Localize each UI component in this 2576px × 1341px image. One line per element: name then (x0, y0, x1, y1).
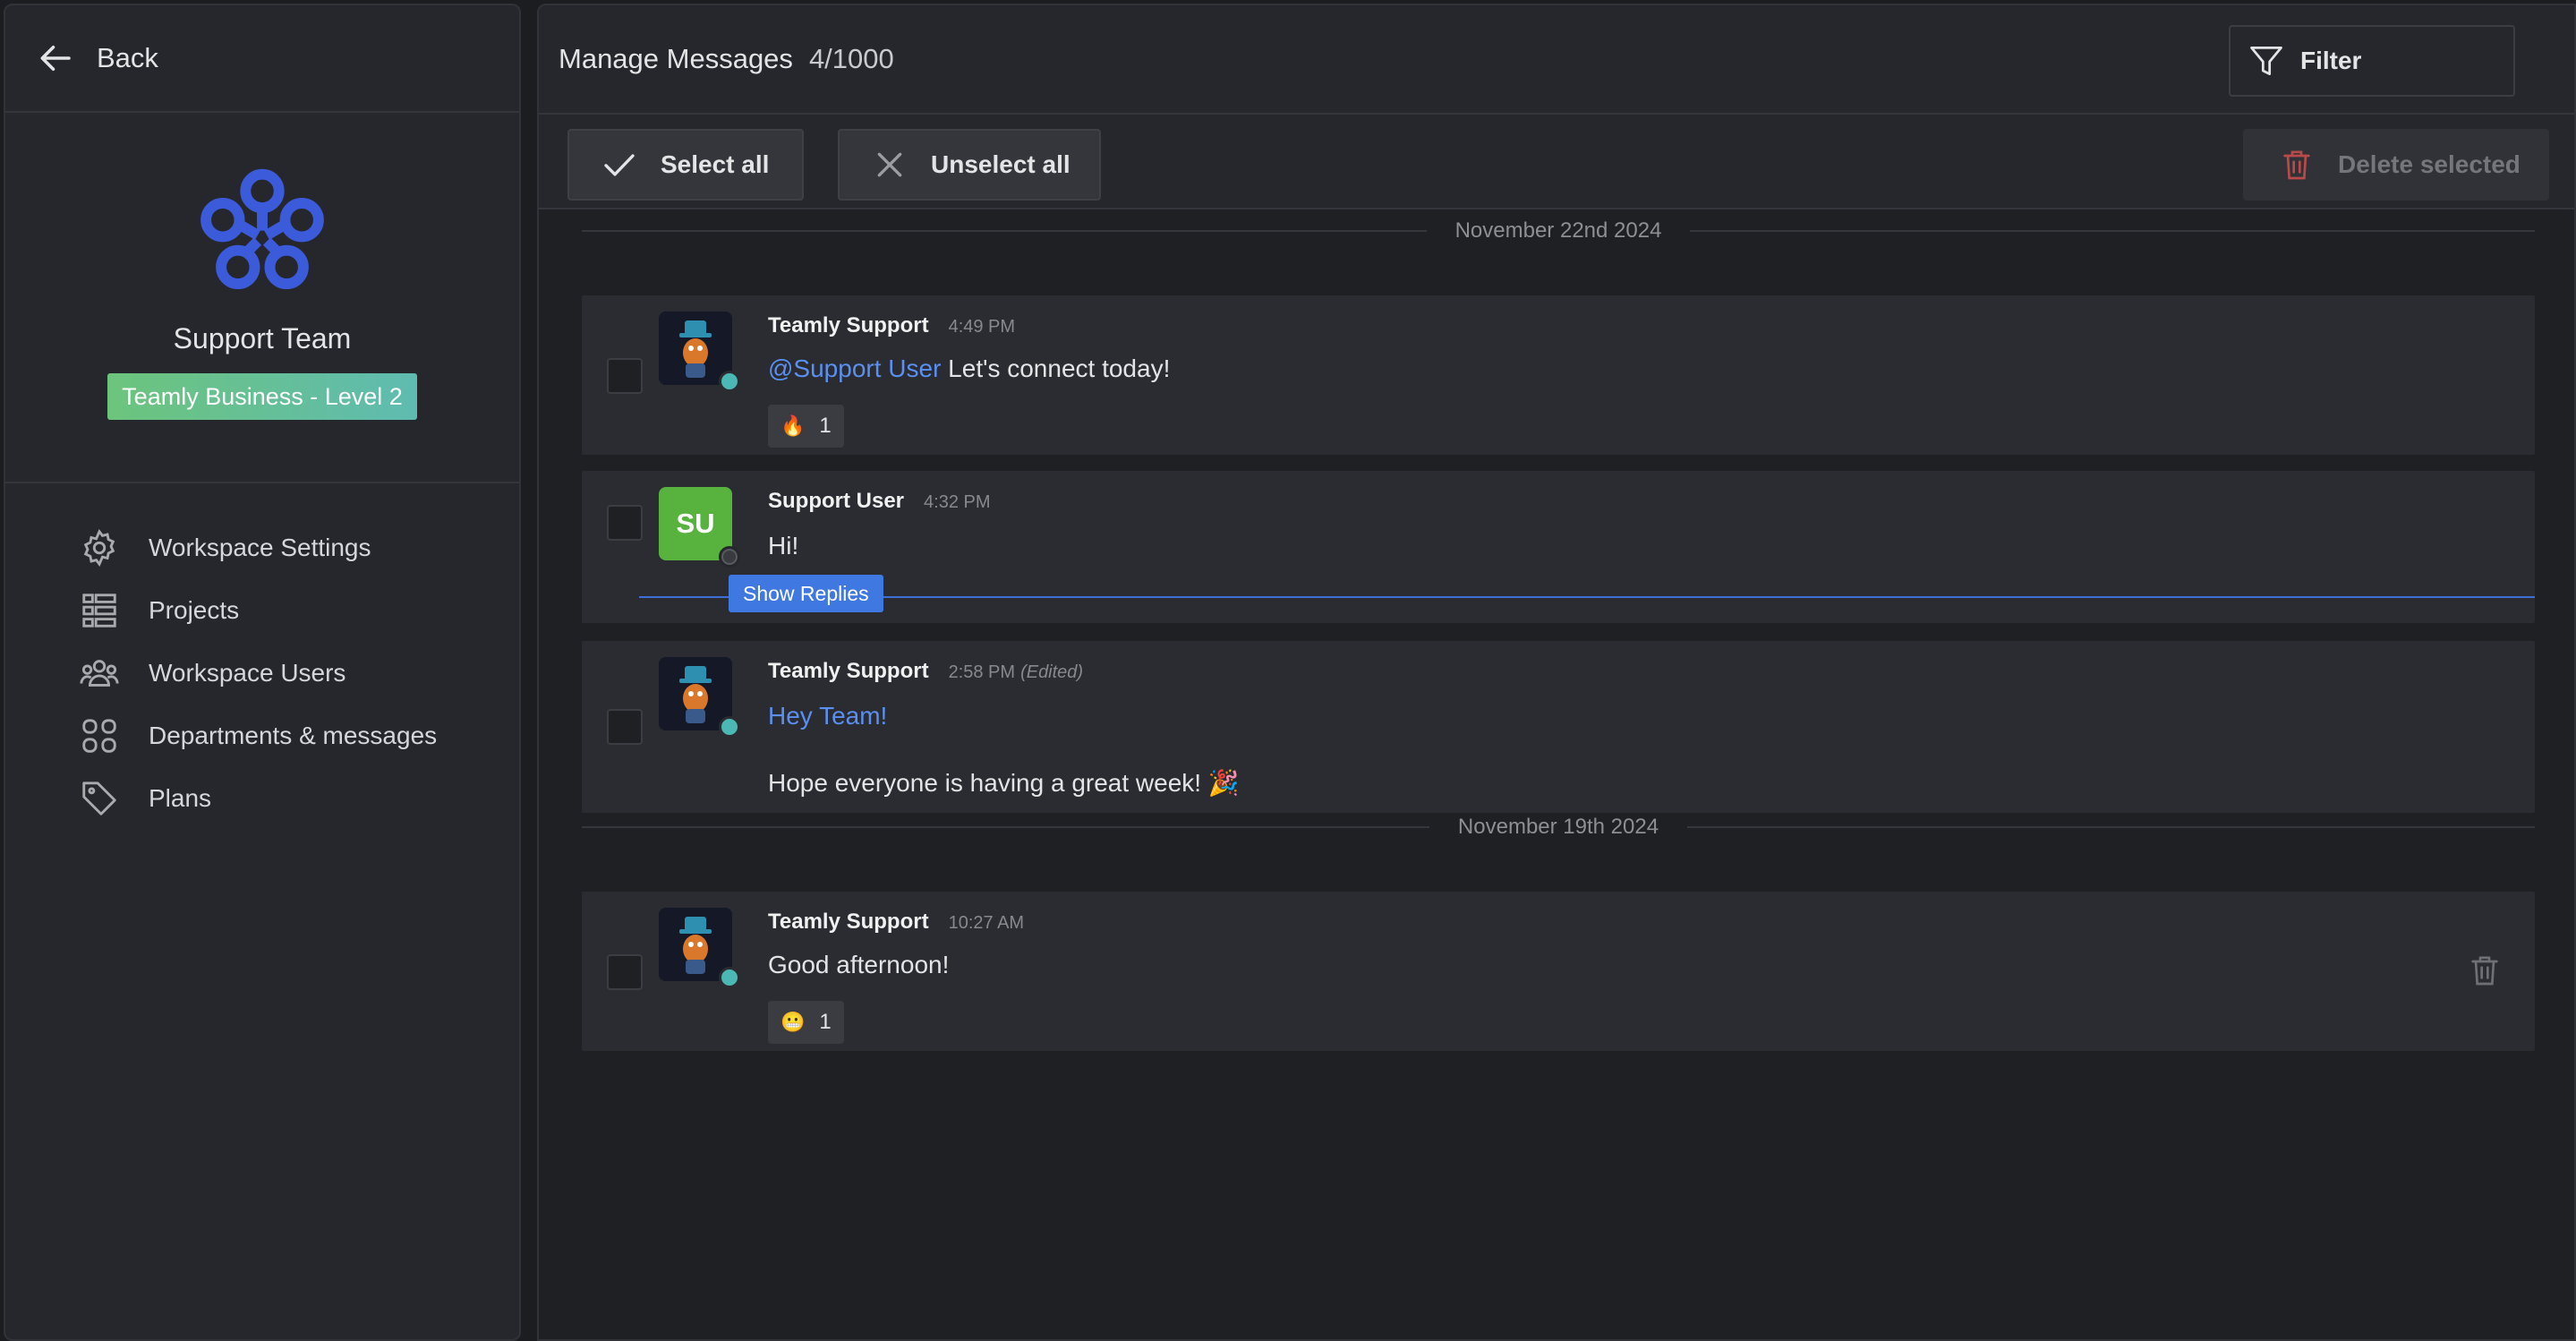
team-logo-icon (200, 168, 324, 290)
team-name: Support Team (173, 322, 352, 354)
fire-emoji-icon: 🔥 (780, 414, 806, 437)
message-item: Teamly Support 2:58 PM (Edited) Hey Team! … (582, 641, 2535, 813)
message-text: Hey Team! (768, 702, 887, 730)
date-label: November 19th 2024 (1457, 815, 1659, 839)
online-status-icon (719, 967, 740, 988)
sidebar-item-label: Workspace Settings (149, 534, 371, 561)
message-count: 4/1000 (808, 43, 894, 74)
filter-label: Filter (2300, 47, 2362, 74)
unselect-all-button[interactable]: Unselect all (838, 129, 1101, 201)
select-all-button[interactable]: Select all (567, 129, 804, 201)
check-icon (604, 154, 635, 176)
show-replies-button[interactable]: Show Replies (729, 575, 883, 612)
close-icon (877, 152, 902, 177)
message-time: 4:49 PM (948, 317, 1016, 337)
users-icon (80, 660, 119, 687)
sidebar-item-workspace-users[interactable]: Workspace Users (5, 643, 519, 704)
author-name: Teamly Support (768, 910, 929, 934)
divider (582, 826, 1429, 828)
message-checkbox[interactable] (607, 505, 643, 541)
user-mention[interactable]: @Support User (768, 354, 941, 382)
divider (1690, 230, 2536, 232)
message-item: Teamly Support 10:27 AM Good afternoon! 😬… (582, 892, 2535, 1051)
sidebar-item-projects[interactable]: Projects (5, 580, 519, 641)
message-author: Teamly Support 4:49 PM (768, 313, 1015, 338)
message-checkbox[interactable] (607, 954, 643, 990)
message-link[interactable]: Hey Team! (768, 702, 887, 730)
sidebar-item-label: Departments & messages (149, 722, 438, 749)
message-checkbox[interactable] (607, 709, 643, 745)
manage-messages-panel: Manage Messages 4/1000 Filter Select all… (537, 4, 2576, 1341)
message-text: Hope everyone is having a great week! 🎉 (768, 768, 1240, 798)
avatar-initials: SU (676, 508, 715, 539)
message-text: Good afternoon! (768, 951, 949, 979)
unselect-all-label: Unselect all (931, 150, 1070, 178)
delete-selected-button[interactable]: Delete selected (2243, 129, 2549, 201)
message-author: Teamly Support 2:58 PM (Edited) (768, 659, 1083, 684)
author-name: Teamly Support (768, 313, 929, 337)
online-status-icon (719, 371, 740, 392)
message-author: Teamly Support 10:27 AM (768, 910, 1024, 935)
sidebar-item-label: Workspace Users (149, 659, 346, 687)
author-name: Teamly Support (768, 659, 929, 683)
message-checkbox[interactable] (607, 358, 643, 394)
tag-icon (82, 782, 116, 816)
message-item: SU Support User 4:32 PM Hi! Show Replies (582, 471, 2535, 623)
grimace-emoji-icon: 😬 (780, 1011, 806, 1033)
reaction-badge[interactable]: 🔥 1 (768, 405, 844, 448)
edited-label: (Edited) (1020, 662, 1084, 682)
divider (1687, 826, 2535, 828)
message-item: Teamly Support 4:49 PM @Support User Let'… (582, 295, 2535, 455)
date-separator: November 19th 2024 (582, 809, 2535, 845)
arrow-left-icon (40, 46, 71, 71)
trash-icon (2283, 150, 2310, 180)
message-body: Let's connect today! (948, 354, 1171, 382)
back-label: Back (97, 42, 158, 73)
message-time: 2:58 PM (948, 662, 1016, 682)
team-info: Support Team Teamly Business - Level 2 (5, 113, 519, 483)
reaction-count: 1 (819, 1010, 832, 1034)
online-status-icon (719, 716, 740, 738)
filter-icon (2250, 46, 2282, 76)
plan-badge: Teamly Business - Level 2 (107, 373, 417, 420)
message-body: Hope everyone is having a great week! 🎉 (768, 769, 1240, 797)
sidebar-nav: Workspace Settings Projects Workspace Us… (5, 483, 519, 829)
list-icon (82, 594, 116, 628)
message-text: @Support User Let's connect today! (768, 354, 1170, 383)
page-title: Manage Messages (559, 43, 793, 74)
sidebar-item-label: Projects (149, 596, 240, 624)
select-all-label: Select all (661, 150, 770, 178)
message-body: Good afternoon! (768, 951, 950, 978)
sidebar-item-plans[interactable]: Plans (5, 768, 519, 829)
delete-message-icon[interactable] (2467, 952, 2503, 988)
author-name: Support User (768, 489, 905, 513)
grid-icon (82, 719, 116, 753)
date-separator: November 22nd 2024 (582, 213, 2536, 249)
message-time: 10:27 AM (948, 913, 1025, 933)
sidebar-item-workspace-settings[interactable]: Workspace Settings (5, 517, 519, 578)
main-header: Manage Messages 4/1000 Filter (539, 5, 2574, 115)
reaction-badge[interactable]: 😬 1 (768, 1001, 844, 1044)
message-body: Hi! (768, 532, 799, 559)
selection-toolbar: Select all Unselect all Delete selected (539, 115, 2574, 209)
reaction-count: 1 (819, 414, 832, 438)
thread-divider (639, 596, 2535, 598)
delete-selected-label: Delete selected (2338, 150, 2521, 178)
back-button[interactable]: Back (5, 5, 519, 113)
message-text: Hi! (768, 532, 798, 560)
gear-icon (83, 528, 115, 568)
filter-button[interactable]: Filter (2229, 25, 2515, 97)
message-author: Support User 4:32 PM (768, 489, 991, 514)
divider (582, 230, 1427, 232)
sidebar-item-label: Plans (149, 784, 212, 812)
message-time: 4:32 PM (924, 492, 991, 512)
sidebar: Back Support Team Teamly Business - Leve… (4, 4, 521, 1341)
sidebar-item-departments[interactable]: Departments & messages (5, 705, 519, 766)
date-label: November 22nd 2024 (1454, 218, 1662, 243)
offline-status-icon (719, 546, 740, 568)
